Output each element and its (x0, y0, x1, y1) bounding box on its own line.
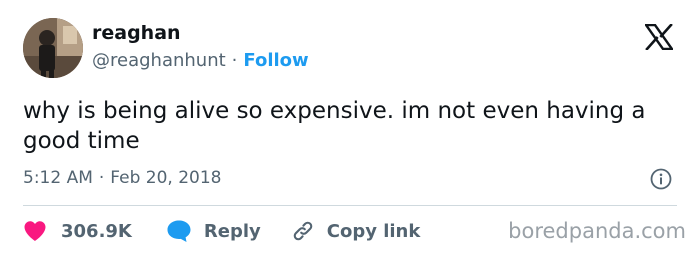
reply-label: Reply (203, 220, 261, 242)
avatar[interactable] (23, 18, 83, 78)
reply-button[interactable]: Reply (166, 219, 261, 243)
x-logo-icon[interactable] (643, 23, 675, 51)
watermark: boredpanda.com (508, 219, 686, 243)
author-handle[interactable]: @reaghanhunt (92, 50, 226, 71)
divider (23, 205, 677, 206)
speech-bubble-icon (166, 219, 192, 243)
like-button[interactable]: 306.9K (23, 220, 132, 242)
link-icon (291, 219, 315, 243)
like-count: 306.9K (61, 220, 132, 242)
author-display-name[interactable]: reaghan (92, 22, 181, 44)
info-icon[interactable] (650, 168, 672, 190)
tweet-actions: 306.9K Reply Copy link (23, 218, 420, 244)
timestamp-separator: · (98, 168, 105, 188)
tweet-date: Feb 20, 2018 (110, 168, 222, 188)
tweet-timestamp[interactable]: 5:12 AM · Feb 20, 2018 (23, 168, 222, 188)
copy-link-label: Copy link (326, 220, 421, 242)
follow-button[interactable]: Follow (243, 50, 308, 71)
author-handle-row: @reaghanhunt · Follow (92, 50, 309, 71)
copy-link-button[interactable]: Copy link (291, 219, 421, 243)
tweet-text: why is being alive so expensive. im not … (23, 98, 646, 154)
tweet-time: 5:12 AM (23, 168, 93, 188)
heart-icon (23, 220, 47, 242)
handle-separator: · (231, 50, 238, 71)
